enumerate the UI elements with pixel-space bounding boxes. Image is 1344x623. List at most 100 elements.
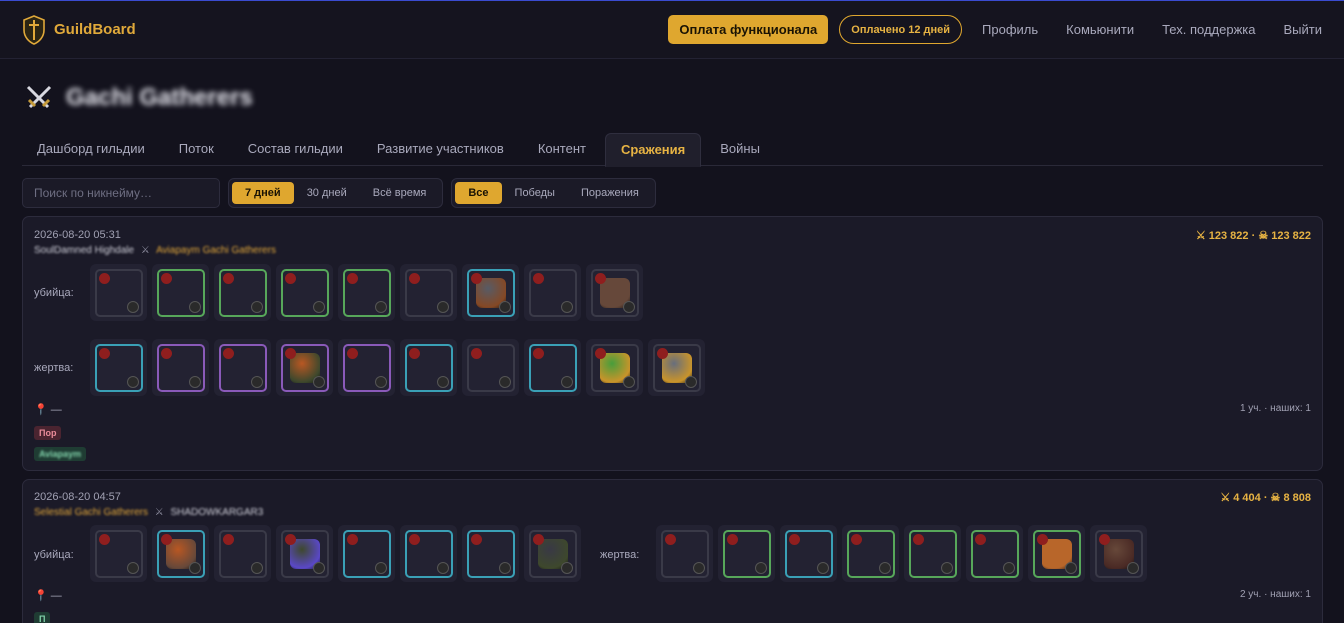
item-slot[interactable] — [338, 339, 395, 396]
result-badge-win: П — [34, 612, 51, 623]
nav-profile-link[interactable]: Профиль — [982, 22, 1038, 37]
plate-helmet-icon — [156, 343, 205, 392]
battle-filters: 7 дней 30 дней Всё время Все Победы Пора… — [22, 178, 656, 208]
item-slot[interactable] — [524, 339, 581, 396]
item-slot[interactable] — [152, 264, 209, 321]
leather-hood-icon — [94, 343, 143, 392]
killer-name[interactable]: Selestial — [34, 507, 72, 518]
item-slot[interactable] — [648, 339, 705, 396]
leather-boots-icon — [218, 529, 267, 578]
nav-logout-link[interactable]: Выйти — [1284, 22, 1323, 37]
cursed-staff-icon — [156, 529, 205, 578]
tab-feed[interactable]: Поток — [164, 133, 229, 166]
item-slot[interactable] — [462, 339, 519, 396]
killer-guild[interactable]: Highdale — [95, 245, 134, 256]
victim-guild[interactable]: Gachi Gatherers — [203, 245, 276, 256]
killer-name[interactable]: SoulDamned — [34, 245, 92, 256]
tier-badge-icon — [1098, 533, 1110, 545]
tier-badge-icon — [98, 272, 110, 284]
quality-dot-icon — [250, 561, 263, 574]
tier-badge-icon — [160, 272, 172, 284]
item-slot[interactable] — [524, 264, 581, 321]
item-slot[interactable] — [276, 525, 333, 582]
quality-dot-icon — [622, 375, 635, 388]
item-slot[interactable] — [1090, 525, 1147, 582]
item-slot[interactable] — [214, 525, 271, 582]
quality-dot-icon — [692, 561, 705, 574]
quality-dot-icon — [436, 300, 449, 313]
tab-content[interactable]: Контент — [523, 133, 601, 166]
item-slot[interactable] — [400, 339, 457, 396]
item-slot[interactable] — [90, 264, 147, 321]
tier-badge-icon — [222, 272, 234, 284]
tab-battles[interactable]: Сражения — [604, 133, 702, 167]
nav-community-link[interactable]: Комьюнити — [1066, 22, 1134, 37]
period-7-days[interactable]: 7 дней — [232, 182, 294, 204]
item-slot[interactable] — [1028, 525, 1085, 582]
tier-badge-icon — [470, 347, 482, 359]
item-slot[interactable] — [276, 264, 333, 321]
victim-name[interactable]: SHADOWKARGAR3 — [171, 507, 264, 518]
item-slot[interactable] — [780, 525, 837, 582]
crossed-swords-icon: ⚔ — [154, 507, 164, 518]
item-slot[interactable] — [90, 525, 147, 582]
item-slot[interactable] — [90, 339, 147, 396]
leather-jacket-icon — [342, 529, 391, 578]
period-all-time[interactable]: Всё время — [360, 182, 440, 204]
tier-badge-icon — [98, 533, 110, 545]
item-slot[interactable] — [524, 525, 581, 582]
quality-dot-icon — [436, 375, 449, 388]
nickname-search-input[interactable] — [22, 178, 220, 208]
item-slot[interactable] — [462, 264, 519, 321]
tab-wars[interactable]: Войны — [705, 133, 775, 166]
battle-date: 2026-08-20 05:31 — [34, 229, 121, 241]
item-slot[interactable] — [842, 525, 899, 582]
nav-support-link[interactable]: Тех. поддержка — [1162, 22, 1255, 37]
item-slot[interactable] — [152, 525, 209, 582]
tab-roster[interactable]: Состав гильдии — [233, 133, 358, 166]
tab-dashboard[interactable]: Дашборд гильдии — [22, 133, 160, 166]
result-all[interactable]: Все — [455, 182, 502, 204]
battle-card[interactable]: 2026-08-20 04:57 ⚔ 4 404 · ☠ 8 808 Seles… — [22, 479, 1323, 623]
period-30-days[interactable]: 30 дней — [294, 182, 360, 204]
item-slot[interactable] — [276, 339, 333, 396]
item-slot[interactable] — [966, 525, 1023, 582]
item-slot[interactable] — [586, 264, 643, 321]
item-slot[interactable] — [718, 525, 775, 582]
item-slot[interactable] — [214, 339, 271, 396]
tab-member-progress[interactable]: Развитие участников — [362, 133, 519, 166]
player-badge-name: Aviapaym — [39, 449, 82, 459]
crossed-swords-icon: ⚔ — [140, 245, 150, 256]
item-slot[interactable] — [586, 339, 643, 396]
player-badge[interactable]: Aviapaym — [34, 447, 87, 461]
logo[interactable]: GuildBoard — [22, 14, 136, 46]
boar-mount-icon — [652, 343, 701, 392]
location-pin-icon: 📍 — [34, 404, 48, 416]
item-slot[interactable] — [400, 525, 457, 582]
result-wins[interactable]: Победы — [502, 182, 568, 204]
cloak-icon — [1032, 529, 1081, 578]
battle-card[interactable]: 2026-08-20 05:31 ⚔ 123 822 · ☠ 123 822 S… — [22, 216, 1323, 471]
item-slot[interactable] — [152, 339, 209, 396]
item-slot[interactable] — [338, 525, 395, 582]
tier-badge-icon — [532, 533, 544, 545]
victim-label: жертва: — [34, 362, 74, 374]
killer-guild[interactable]: Gachi Gatherers — [75, 507, 148, 518]
plate-boots-icon — [218, 343, 267, 392]
plate-boots-icon — [218, 268, 267, 317]
item-slot[interactable] — [338, 264, 395, 321]
leather-armor-icon — [908, 529, 957, 578]
pay-features-button[interactable]: Оплата функционала — [668, 15, 829, 44]
item-slot[interactable] — [214, 264, 271, 321]
location-text: — — [50, 404, 62, 416]
paid-days-badge[interactable]: Оплачено 12 дней — [839, 15, 963, 44]
result-losses[interactable]: Поражения — [568, 182, 652, 204]
quality-dot-icon — [1126, 561, 1139, 574]
item-slot[interactable] — [400, 264, 457, 321]
item-slot[interactable] — [462, 525, 519, 582]
crossed-swords-icon — [26, 85, 52, 109]
battle-participants: Selestial Gachi Gatherers ⚔ SHADOWKARGAR… — [34, 507, 263, 518]
item-slot[interactable] — [656, 525, 713, 582]
item-slot[interactable] — [904, 525, 961, 582]
victim-name[interactable]: Aviapaym — [156, 245, 200, 256]
